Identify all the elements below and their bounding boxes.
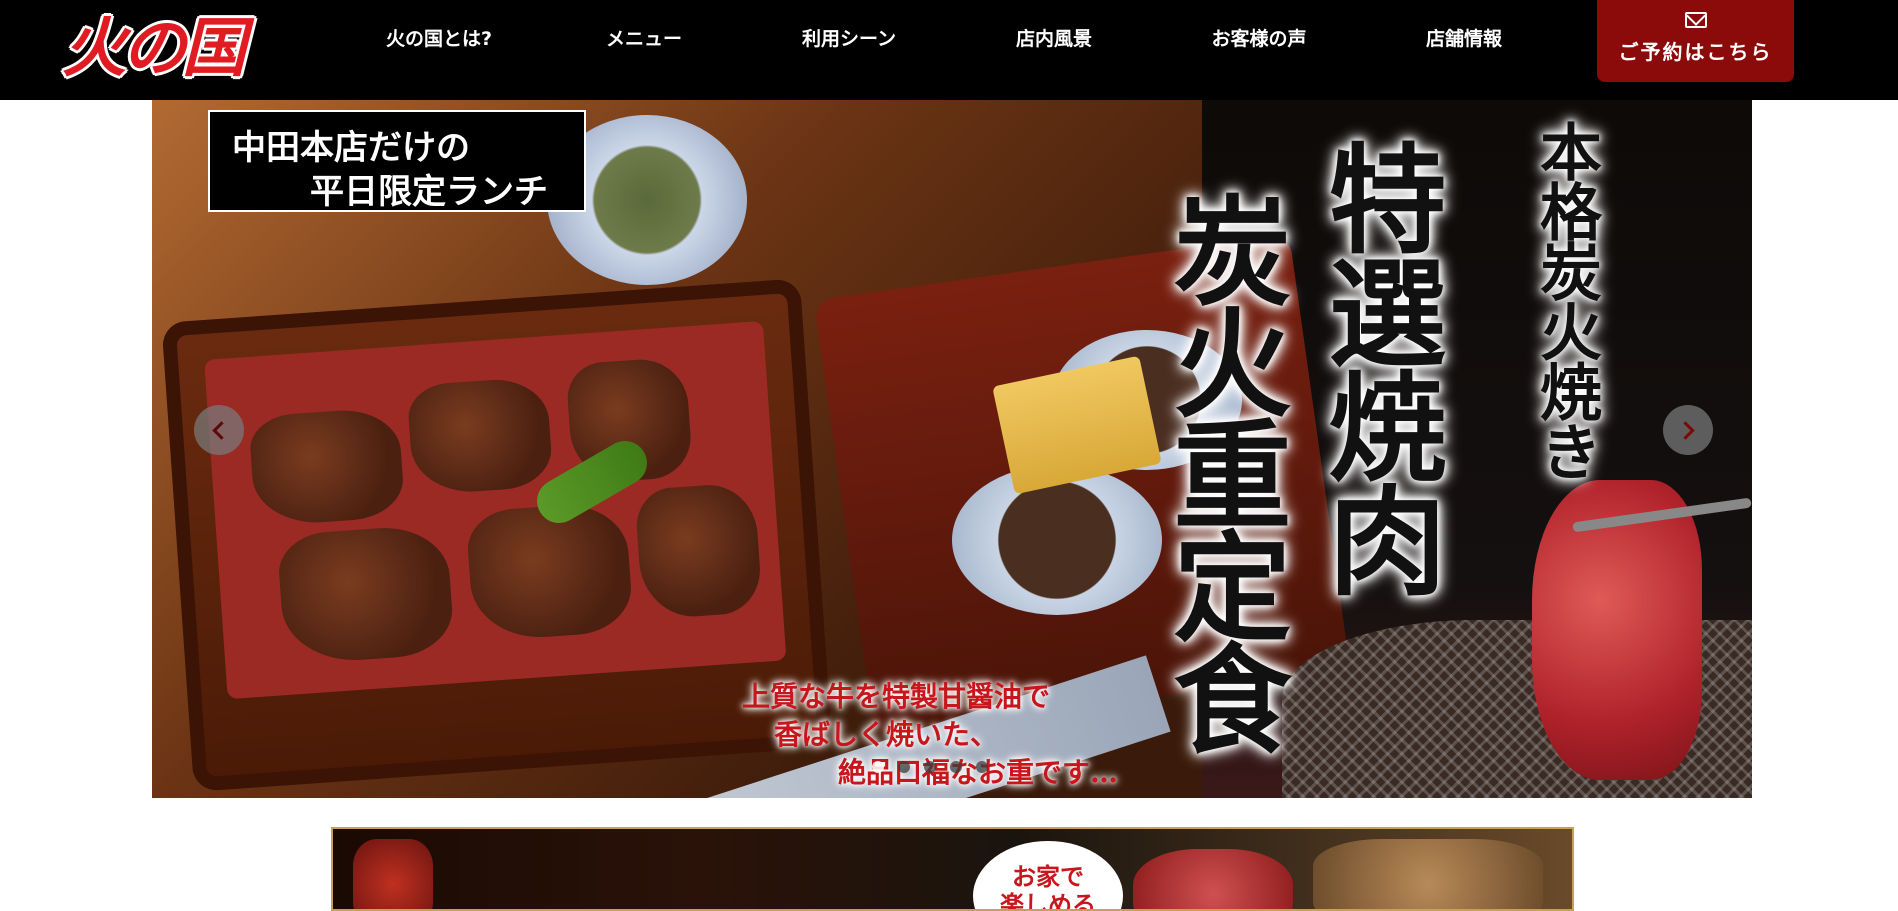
hero-slider: 中田本店だけの 平日限定ランチ 特選焼肉 炭火重定食 本格炭火焼き 上質な牛を特…	[152, 100, 1752, 798]
speech-bubble: お家で 楽しめる	[973, 841, 1123, 911]
tagline-line-2: 香ばしく焼いた、	[774, 718, 999, 751]
reserve-button[interactable]: ご予約はこちら	[1597, 0, 1794, 82]
nav-item-menu[interactable]: メニュー	[606, 24, 682, 51]
nav-item-about[interactable]: 火の国とは?	[386, 24, 492, 51]
badge-line-2: 平日限定ランチ	[310, 172, 548, 212]
headline-vertical-1: 特選焼肉	[1308, 138, 1447, 594]
slider-next-button[interactable]	[1663, 405, 1713, 455]
nav-item-reviews[interactable]: お客様の声	[1211, 24, 1306, 51]
site-header: 火の国 火の国とは? メニュー 利用シーン 店内風景 お客様の声 店舗情報 ご予…	[0, 0, 1898, 100]
meat-image	[406, 376, 554, 496]
slider-dot[interactable]	[898, 761, 910, 773]
headline-vertical-2: 炭火重定食	[1153, 190, 1292, 750]
reserve-label: ご予約はこちら	[1618, 40, 1773, 64]
site-logo[interactable]: 火の国	[62, 4, 246, 86]
bubble-text: お家で 楽しめる	[1000, 863, 1096, 911]
meat-image	[465, 500, 635, 642]
grilled-meat-image	[353, 839, 433, 909]
mail-icon	[1685, 12, 1707, 28]
slider-dot[interactable]	[872, 761, 884, 773]
nav-item-scenes[interactable]: 利用シーン	[802, 24, 896, 51]
takeout-banner[interactable]: お家で 楽しめる	[331, 827, 1574, 911]
nav-item-store-info[interactable]: 店舗情報	[1426, 24, 1502, 51]
nav-item-interior[interactable]: 店内風景	[1016, 24, 1092, 51]
headline-vertical-small: 本格炭火焼き	[1529, 120, 1602, 480]
logo-text: 火の国	[62, 11, 246, 86]
slider-dot[interactable]	[976, 761, 988, 773]
tagline-line-1: 上質な牛を特製甘醤油で	[742, 680, 1051, 713]
side-bowl-image	[952, 465, 1162, 615]
slider-dot[interactable]	[950, 761, 962, 773]
mushroom-platter-image	[1313, 839, 1543, 909]
meat-image	[248, 406, 406, 527]
slider-prev-button[interactable]	[194, 405, 244, 455]
lunch-badge: 中田本店だけの 平日限定ランチ	[208, 110, 586, 212]
badge-line-1: 中田本店だけの	[232, 128, 470, 168]
slider-dots	[872, 761, 988, 773]
meat-image	[276, 523, 456, 666]
jubako-box-image	[161, 278, 833, 792]
jubako-inner	[204, 320, 787, 700]
meat-image	[634, 481, 763, 621]
meat-platter-image	[1133, 849, 1293, 909]
slider-dot[interactable]	[924, 761, 936, 773]
